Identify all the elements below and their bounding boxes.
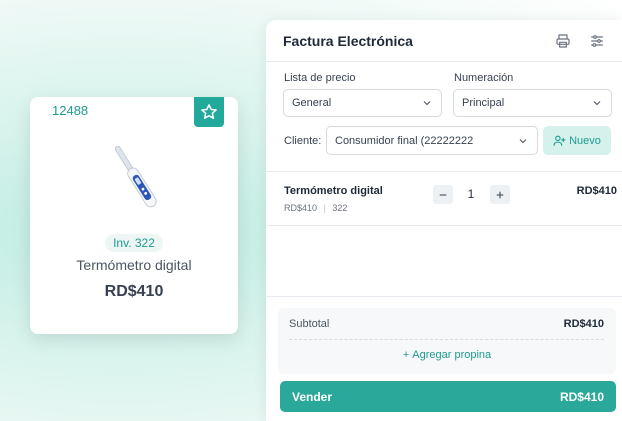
minus-icon xyxy=(439,193,447,196)
divider xyxy=(266,171,622,172)
price-list-value: General xyxy=(292,97,332,109)
subtotal-label: Subtotal xyxy=(289,318,330,330)
price-list-label: Lista de precio xyxy=(284,72,356,84)
print-icon xyxy=(556,33,570,48)
chevron-down-icon xyxy=(519,138,527,143)
plus-icon xyxy=(496,191,504,198)
settings-sliders-icon xyxy=(591,34,603,47)
new-client-label: Nuevo xyxy=(569,134,601,147)
sell-total: RD$410 xyxy=(559,389,604,404)
invoice-panel: Factura Electrónica Lista de precio Gene… xyxy=(266,20,622,421)
product-price: RD$410 xyxy=(104,283,164,300)
client-value: Consumidor final (22222222 xyxy=(335,134,474,147)
increase-qty-button[interactable] xyxy=(490,185,510,204)
item-meta: RD$410 | 322 xyxy=(284,203,347,213)
add-tip-link[interactable]: + Agregar propina xyxy=(278,349,616,361)
chevron-down-icon xyxy=(423,101,431,106)
product-name: Termómetro digital xyxy=(76,257,192,273)
divider xyxy=(266,225,622,226)
sell-button[interactable]: Vender RD$410 xyxy=(280,381,616,412)
product-card[interactable]: 12488 Inv. 322 Termómetro digital RD$410 xyxy=(30,97,238,334)
divider xyxy=(266,296,622,297)
print-button[interactable] xyxy=(554,32,572,50)
add-user-icon xyxy=(553,135,566,146)
decrease-qty-button[interactable] xyxy=(433,185,453,204)
meta-separator: | xyxy=(323,203,326,213)
invoice-header: Factura Electrónica xyxy=(266,20,622,62)
item-name: Termómetro digital xyxy=(284,185,383,197)
product-code: 12488 xyxy=(42,101,99,120)
chevron-down-icon xyxy=(593,101,601,106)
plus-icon: + xyxy=(402,349,410,361)
item-unit-price: RD$410 xyxy=(284,203,318,213)
thermometer-image xyxy=(114,145,157,208)
quantity-value[interactable]: 1 xyxy=(464,187,478,201)
star-icon xyxy=(201,104,217,120)
page-title: Factura Electrónica xyxy=(283,32,413,49)
dashed-divider xyxy=(289,339,604,340)
inventory-badge: Inv. 322 xyxy=(105,234,163,252)
add-tip-label: Agregar propina xyxy=(412,349,492,361)
numbering-select[interactable]: Principal xyxy=(453,89,612,117)
item-total: RD$410 xyxy=(576,185,617,197)
client-label: Cliente: xyxy=(284,135,322,147)
item-stock: 322 xyxy=(332,203,348,213)
new-client-button[interactable]: Nuevo xyxy=(543,126,611,155)
settings-button[interactable] xyxy=(588,32,606,50)
sell-label: Vender xyxy=(292,389,333,404)
numbering-label: Numeración xyxy=(454,72,514,84)
subtotal-value: RD$410 xyxy=(563,318,604,330)
summary-box: Subtotal RD$410 + Agregar propina xyxy=(278,308,616,374)
favorite-button[interactable] xyxy=(194,97,224,127)
price-list-select[interactable]: General xyxy=(283,89,442,117)
client-select[interactable]: Consumidor final (22222222 xyxy=(326,126,538,155)
numbering-value: Principal xyxy=(462,97,505,109)
